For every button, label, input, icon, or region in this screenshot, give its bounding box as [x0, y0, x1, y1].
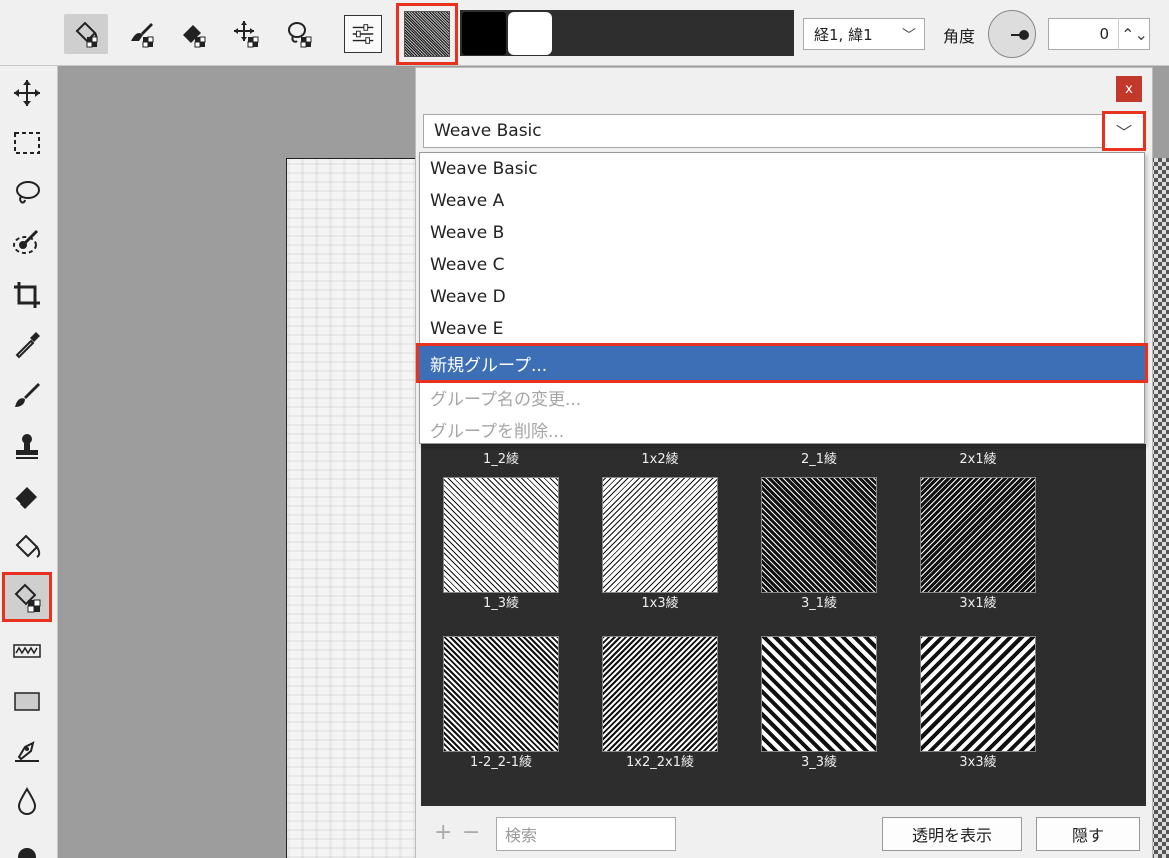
- pattern-item[interactable]: 1-2_2-1綾: [431, 636, 571, 774]
- pattern-item[interactable]: 3x1綾: [908, 477, 1048, 615]
- pattern-label-top: 1_2綾: [482, 452, 520, 467]
- sliders-icon: [352, 24, 374, 44]
- chevron-down-icon: ﹀: [902, 28, 916, 44]
- pattern-thumbnail: [761, 477, 877, 593]
- secondary-color-swatch[interactable]: [508, 12, 552, 55]
- panel-footer: + − 検索 透明を表示 隠す: [416, 806, 1152, 858]
- pattern-fill-tool-icon[interactable]: [2, 572, 52, 622]
- pattern-grid: 1_2綾 1x2綾 2_1綾 2x1綾 1_3綾 1x3綾 3_1綾 3x1綾 …: [421, 444, 1146, 806]
- pattern-move-icon[interactable]: [225, 14, 269, 54]
- eyedropper-icon[interactable]: [4, 322, 50, 368]
- menu-item-rename-group: グループ名の変更...: [430, 389, 582, 410]
- pattern-lasso-icon[interactable]: [278, 14, 322, 54]
- lasso-icon[interactable]: [4, 170, 50, 216]
- stamp-icon[interactable]: [4, 424, 50, 470]
- pattern-item[interactable]: 1x2_2x1綾: [590, 636, 730, 774]
- weave-ratio-select[interactable]: 経1, 緯1 ﹀: [803, 18, 925, 50]
- pattern-swatch-button[interactable]: [396, 3, 458, 65]
- rectangle-icon[interactable]: [4, 678, 50, 724]
- magic-select-icon[interactable]: [4, 220, 50, 266]
- search-input[interactable]: 検索: [496, 817, 676, 851]
- pattern-item[interactable]: 3x3綾: [908, 636, 1048, 774]
- group-select[interactable]: Weave Basic: [423, 114, 1145, 148]
- fill-icon[interactable]: [4, 524, 50, 570]
- pen-icon[interactable]: [4, 728, 50, 774]
- menu-item-weave-basic[interactable]: Weave Basic: [420, 153, 1144, 185]
- pattern-label-top: 2_1綾: [800, 452, 838, 467]
- crop-icon[interactable]: [4, 272, 50, 318]
- menu-item-new-group[interactable]: 新規グループ...: [416, 343, 1148, 383]
- pattern-preview: [404, 11, 450, 57]
- primary-color-swatch[interactable]: [462, 12, 506, 55]
- pattern-panel: x Weave Basic ﹀ Weave Basic Weave A Weav…: [415, 67, 1153, 858]
- pattern-thumbnail: [920, 477, 1036, 593]
- remove-pattern-button[interactable]: −: [462, 820, 480, 845]
- angle-dial[interactable]: [988, 10, 1036, 58]
- eraser-icon[interactable]: [4, 474, 50, 520]
- pattern-thumbnail: [443, 636, 559, 752]
- wave-brush-icon[interactable]: [4, 628, 50, 674]
- pattern-item[interactable]: 1x3綾: [590, 477, 730, 615]
- pattern-item[interactable]: 3_3綾: [749, 636, 889, 774]
- pattern-thumbnail: [443, 477, 559, 593]
- group-dropdown-button[interactable]: ﹀: [1102, 111, 1146, 151]
- settings-sliders-button[interactable]: [344, 15, 382, 53]
- tool-options-bar: 経1, 緯1 ﹀ 角度 0 ⌃⌄: [0, 0, 1169, 66]
- pattern-eraser-icon[interactable]: [172, 14, 216, 54]
- menu-item-delete-group: グループを削除...: [430, 421, 565, 442]
- circle-icon[interactable]: [4, 828, 50, 858]
- tool-palette: [0, 66, 58, 858]
- pattern-thumbnail: [602, 477, 718, 593]
- add-pattern-button[interactable]: +: [434, 820, 452, 845]
- menu-item-weave-d[interactable]: Weave D: [420, 281, 1144, 313]
- angle-spinner-icon[interactable]: ⌃⌄: [1118, 18, 1150, 50]
- menu-item-weave-e[interactable]: Weave E: [420, 313, 1144, 345]
- pattern-thumbnail: [920, 636, 1036, 752]
- pattern-thumbnail: [761, 636, 877, 752]
- pattern-fill-icon[interactable]: [64, 14, 108, 54]
- chevron-down-icon: ﹀: [1115, 123, 1132, 142]
- move-icon[interactable]: [4, 70, 50, 116]
- rect-select-icon[interactable]: [4, 120, 50, 166]
- pattern-label-top: 1x2綾: [641, 452, 679, 467]
- menu-item-weave-a[interactable]: Weave A: [420, 185, 1144, 217]
- selected-group-label: Weave Basic: [434, 121, 542, 141]
- brush-icon[interactable]: [4, 372, 50, 418]
- hide-button[interactable]: 隠す: [1036, 817, 1140, 851]
- menu-item-weave-b[interactable]: Weave B: [420, 217, 1144, 249]
- close-button[interactable]: x: [1116, 76, 1142, 102]
- pattern-thumbnail: [602, 636, 718, 752]
- drop-icon[interactable]: [4, 778, 50, 824]
- pattern-brush-icon[interactable]: [120, 14, 164, 54]
- menu-item-weave-c[interactable]: Weave C: [420, 249, 1144, 281]
- pattern-item[interactable]: 3_1綾: [749, 477, 889, 615]
- group-dropdown-menu: Weave Basic Weave A Weave B Weave C Weav…: [416, 152, 1148, 444]
- pattern-label-top: 2x1綾: [959, 452, 997, 467]
- pattern-item[interactable]: 1_3綾: [431, 477, 571, 615]
- weave-ratio-value: 経1, 緯1: [814, 25, 873, 44]
- show-transparent-button[interactable]: 透明を表示: [882, 817, 1022, 851]
- angle-label: 角度: [943, 27, 976, 46]
